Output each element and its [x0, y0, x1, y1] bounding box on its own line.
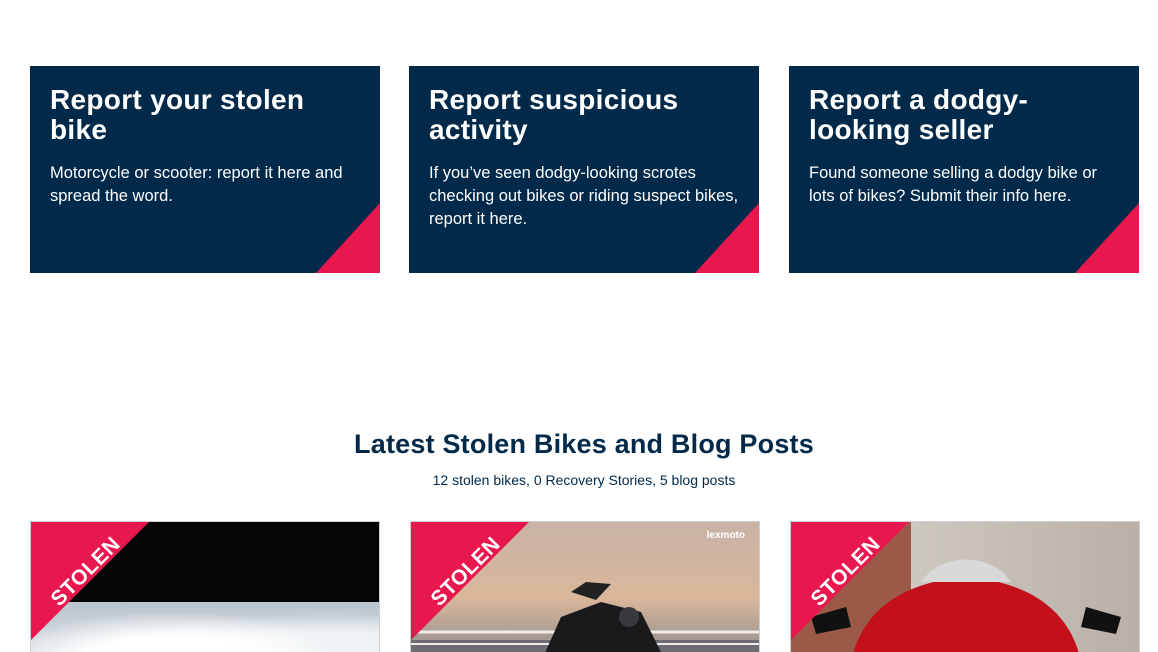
card-title: Report a dodgy-looking seller: [809, 84, 1029, 145]
report-suspicious-activity-card[interactable]: Report suspicious activity If you’ve see…: [409, 66, 759, 273]
stolen-bike-card[interactable]: lexmoto STOLEN: [410, 521, 760, 652]
report-dodgy-seller-card[interactable]: Report a dodgy-looking seller Found some…: [789, 66, 1139, 273]
stolen-ribbon: STOLEN: [411, 522, 529, 640]
card-description: If you’ve seen dodgy-looking scrotes che…: [429, 164, 739, 228]
stolen-bike-card[interactable]: STOLEN: [790, 521, 1140, 652]
corner-accent: [1075, 203, 1139, 273]
report-stolen-bike-card[interactable]: Report your stolen bike Motorcycle or sc…: [30, 66, 380, 273]
latest-section-title: Latest Stolen Bikes and Blog Posts: [354, 429, 814, 459]
card-title: Report your stolen bike: [50, 84, 305, 145]
latest-section-stats: 12 stolen bikes, 0 Recovery Stories, 5 b…: [432, 472, 736, 488]
stolen-ribbon: STOLEN: [791, 522, 909, 640]
brand-watermark: lexmoto: [706, 530, 745, 541]
card-description: Found someone selling a dodgy bike or lo…: [809, 164, 1098, 205]
card-description: Motorcycle or scooter: report it here an…: [50, 164, 343, 205]
corner-accent: [316, 203, 380, 273]
stolen-bike-card[interactable]: STOLEN: [30, 521, 380, 652]
stolen-ribbon: STOLEN: [31, 522, 149, 640]
card-title: Report suspicious activity: [429, 84, 679, 145]
